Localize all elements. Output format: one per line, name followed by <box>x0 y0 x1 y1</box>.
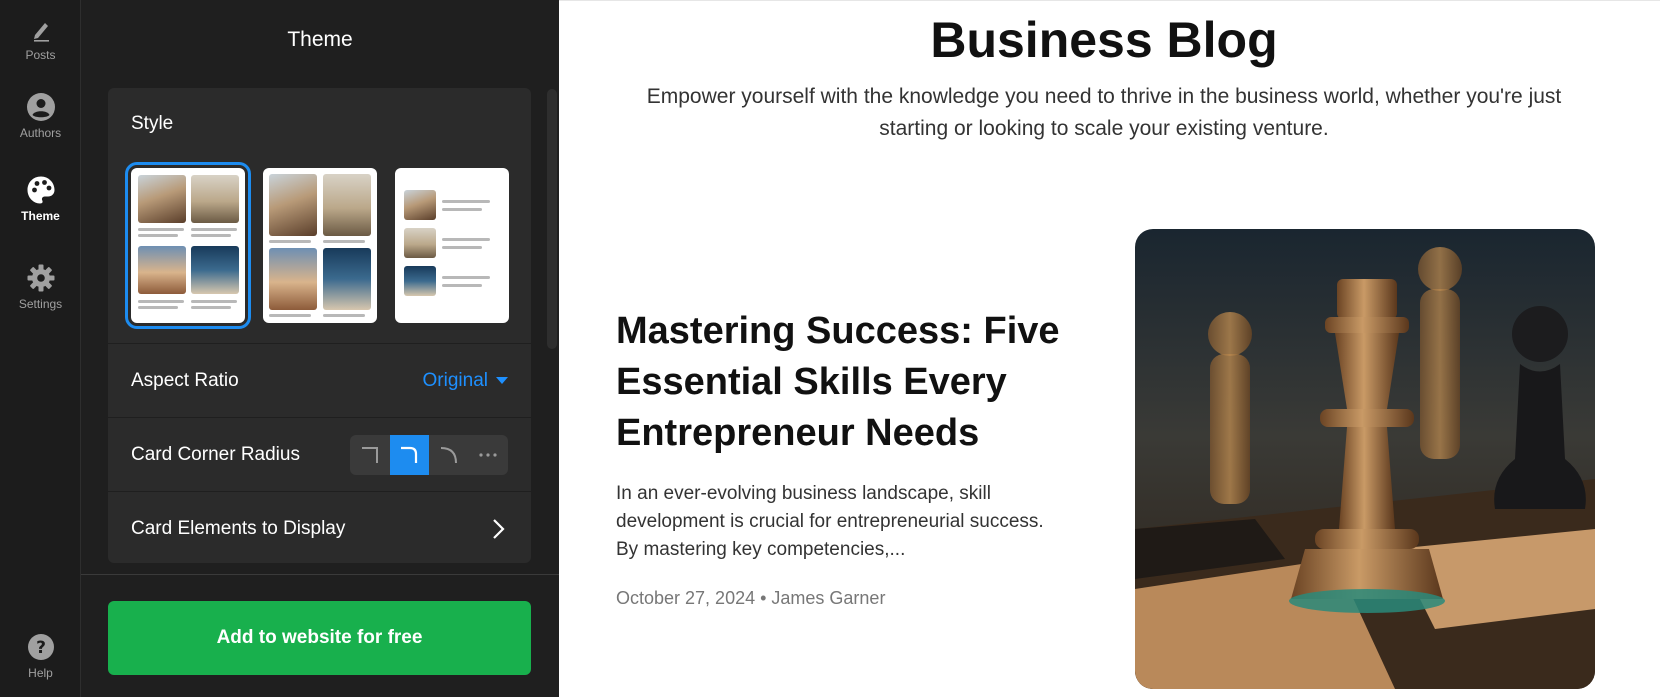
rail-item-help[interactable]: ? Help <box>0 632 81 680</box>
thumb-photo <box>404 228 436 258</box>
panel-title: Theme <box>287 28 353 51</box>
post-excerpt: In an ever-evolving business landscape, … <box>616 483 1044 560</box>
chevron-right-icon <box>488 517 508 541</box>
thumb-text-line <box>269 314 311 317</box>
thumb-text-line <box>442 246 482 249</box>
thumb-text-line <box>442 208 482 211</box>
corner-more-option[interactable] <box>469 435 509 475</box>
rail-label-authors: Authors <box>19 126 62 140</box>
thumb-text-line <box>269 240 311 243</box>
icon-rail: Posts Authors Theme Settings ? Help <box>0 0 81 697</box>
card-elements-label: Card Elements to Display <box>131 517 346 539</box>
rail-item-posts[interactable]: Posts <box>0 14 81 62</box>
svg-text:?: ? <box>36 638 46 658</box>
rail-item-theme[interactable]: Theme <box>0 175 81 223</box>
style-label: Style <box>131 113 174 134</box>
thumb-photo <box>404 190 436 220</box>
style-option-grid-small[interactable] <box>263 168 377 323</box>
thumb-text-line <box>323 314 365 317</box>
aspect-ratio-value: Original <box>422 369 488 391</box>
rail-label-theme: Theme <box>21 209 60 223</box>
panel-divider <box>81 574 559 575</box>
chess-king-image <box>1135 229 1595 689</box>
rail-label-settings: Settings <box>18 297 63 311</box>
corner-rounded-icon <box>401 446 418 463</box>
pencil-icon <box>33 23 49 42</box>
corner-square-option[interactable] <box>350 435 390 475</box>
post-meta: October 27, 2024 • James Garner <box>616 588 886 608</box>
thumb-photo <box>269 248 317 310</box>
thumb-text-line <box>442 238 490 241</box>
corner-radius-row: Card Corner Radius <box>108 417 531 491</box>
corner-rounded-option[interactable] <box>389 434 429 475</box>
blog-subtitle: Empower yourself with the knowledge you … <box>646 85 1562 140</box>
thumb-photo <box>191 175 239 223</box>
style-option-grid-large[interactable] <box>125 162 251 329</box>
thumb-text-line <box>138 306 178 309</box>
thumb-text-line <box>138 300 184 303</box>
aspect-ratio-row: Aspect Ratio Original <box>108 343 531 417</box>
corner-round-option[interactable] <box>429 435 469 475</box>
card-elements-row[interactable]: Card Elements to Display <box>108 491 531 563</box>
thumb-text-line <box>323 240 365 243</box>
corner-round-icon <box>440 446 457 463</box>
post-title[interactable]: Mastering Success: Five Essential Skills… <box>616 306 1076 459</box>
thumb-text-line <box>138 234 178 237</box>
thumb-text-line <box>442 276 490 279</box>
thumb-photo <box>323 248 371 310</box>
thumb-photo <box>269 174 317 236</box>
thumb-text-line <box>191 300 237 303</box>
theme-settings-card: Style Aspect Ratio Original Card Corner … <box>108 88 531 563</box>
gear-icon <box>27 264 54 292</box>
thumb-text-line <box>442 284 482 287</box>
thumb-photo <box>323 174 371 236</box>
corner-radius-selector <box>350 434 509 475</box>
blog-preview: Business Blog Empower yourself with the … <box>559 0 1660 697</box>
corner-square-icon <box>361 446 378 463</box>
thumb-text-line <box>138 228 184 231</box>
thumb-photo <box>138 175 186 223</box>
thumb-photo <box>138 246 186 294</box>
theme-panel: Theme Style Aspect Ratio Original Card C… <box>81 0 559 697</box>
add-to-website-button[interactable]: Add to website for free <box>108 601 531 675</box>
thumb-text-line <box>191 306 231 309</box>
rail-label-posts: Posts <box>25 48 56 62</box>
style-option-list[interactable] <box>395 168 509 323</box>
help-icon: ? <box>27 634 54 660</box>
thumb-text-line <box>442 200 490 203</box>
ellipsis-icon <box>479 452 497 457</box>
rail-label-help: Help <box>28 666 53 680</box>
caret-down-icon <box>496 377 508 384</box>
thumb-text-line <box>191 228 237 231</box>
corner-radius-label: Card Corner Radius <box>131 443 300 465</box>
user-circle-icon <box>26 93 55 121</box>
thumb-photo <box>191 246 239 294</box>
panel-scrollbar[interactable] <box>547 89 557 349</box>
palette-icon <box>27 176 54 204</box>
thumb-text-line <box>191 234 231 237</box>
aspect-ratio-dropdown[interactable]: Original <box>423 370 508 392</box>
aspect-ratio-label: Aspect Ratio <box>131 369 239 391</box>
rail-item-authors[interactable]: Authors <box>0 92 81 140</box>
rail-item-settings[interactable]: Settings <box>0 263 81 311</box>
thumb-photo <box>404 266 436 296</box>
post-image[interactable] <box>1135 229 1595 689</box>
blog-title: Business Blog <box>930 12 1278 68</box>
